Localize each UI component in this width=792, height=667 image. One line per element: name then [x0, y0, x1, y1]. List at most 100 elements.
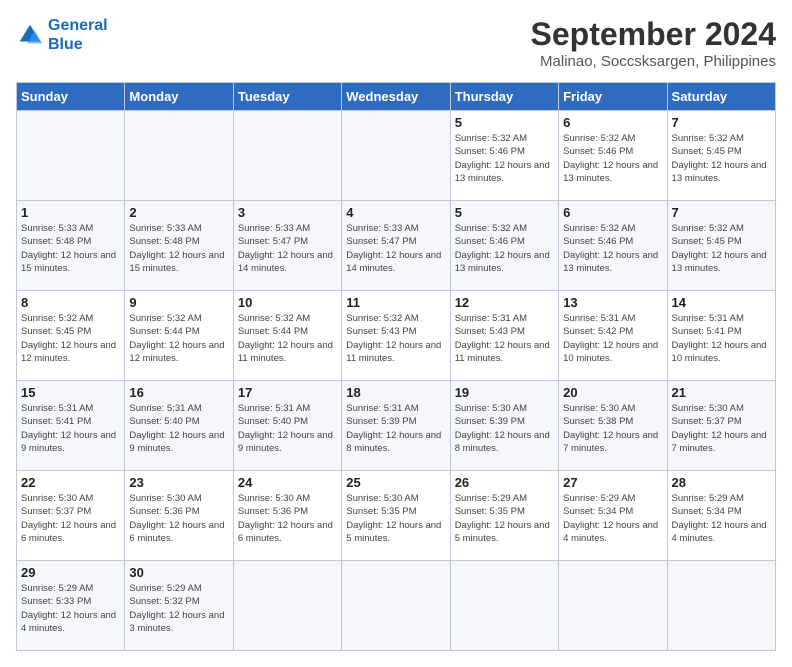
calendar-cell	[342, 111, 450, 201]
calendar-cell: 3Sunrise: 5:33 AMSunset: 5:47 PMDaylight…	[233, 201, 341, 291]
calendar-cell	[667, 561, 775, 651]
day-number: 2	[129, 205, 228, 220]
day-info: Sunrise: 5:31 AMSunset: 5:41 PMDaylight:…	[21, 402, 120, 455]
day-info: Sunrise: 5:31 AMSunset: 5:41 PMDaylight:…	[672, 312, 771, 365]
day-number: 27	[563, 475, 662, 490]
header-cell-tuesday: Tuesday	[233, 83, 341, 111]
calendar-cell	[559, 561, 667, 651]
week-row-1: 1 Sunrise: 5:33 AMSunset: 5:48 PMDaylight…	[17, 201, 776, 291]
day-number: 1	[21, 205, 120, 220]
month-title: September 2024	[531, 16, 776, 53]
calendar-cell: 5 Sunrise: 5:32 AMSunset: 5:46 PMDaylight…	[450, 111, 558, 201]
calendar-cell: 21Sunrise: 5:30 AMSunset: 5:37 PMDayligh…	[667, 381, 775, 471]
day-info: Sunrise: 5:30 AMSunset: 5:37 PMDaylight:…	[672, 402, 771, 455]
day-info: Sunrise: 5:32 AMSunset: 5:46 PMDaylight:…	[455, 222, 554, 275]
calendar-cell: 13Sunrise: 5:31 AMSunset: 5:42 PMDayligh…	[559, 291, 667, 381]
calendar-cell: 15 Sunrise: 5:31 AMSunset: 5:41 PMDayligh…	[17, 381, 125, 471]
header-cell-saturday: Saturday	[667, 83, 775, 111]
day-number: 18	[346, 385, 445, 400]
day-info: Sunrise: 5:30 AMSunset: 5:36 PMDaylight:…	[238, 492, 337, 545]
day-info: Sunrise: 5:30 AMSunset: 5:35 PMDaylight:…	[346, 492, 445, 545]
header-cell-friday: Friday	[559, 83, 667, 111]
day-number: 19	[455, 385, 554, 400]
day-info: Sunrise: 5:32 AMSunset: 5:45 PMDaylight:…	[672, 222, 771, 275]
calendar-cell	[125, 111, 233, 201]
header-cell-sunday: Sunday	[17, 83, 125, 111]
day-info: Sunrise: 5:31 AMSunset: 5:39 PMDaylight:…	[346, 402, 445, 455]
day-number: 20	[563, 385, 662, 400]
day-number: 7	[672, 205, 771, 220]
week-row-5: 29Sunrise: 5:29 AMSunset: 5:33 PMDayligh…	[17, 561, 776, 651]
day-info: Sunrise: 5:33 AMSunset: 5:48 PMDaylight:…	[129, 222, 228, 275]
day-number: 4	[346, 205, 445, 220]
day-number: 15	[21, 385, 120, 400]
calendar-cell: 8 Sunrise: 5:32 AMSunset: 5:45 PMDaylight…	[17, 291, 125, 381]
calendar-cell: 24Sunrise: 5:30 AMSunset: 5:36 PMDayligh…	[233, 471, 341, 561]
title-block: September 2024 Malinao, Soccsksargen, Ph…	[531, 16, 776, 70]
day-info: Sunrise: 5:31 AMSunset: 5:40 PMDaylight:…	[129, 402, 228, 455]
day-info: Sunrise: 5:32 AMSunset: 5:46 PMDaylight:…	[563, 132, 662, 185]
day-number: 5	[455, 115, 554, 130]
day-number: 23	[129, 475, 228, 490]
week-row-4: 22 Sunrise: 5:30 AMSunset: 5:37 PMDayligh…	[17, 471, 776, 561]
calendar-cell: 5 Sunrise: 5:32 AMSunset: 5:46 PMDaylight…	[450, 201, 558, 291]
day-number: 5	[455, 205, 554, 220]
day-number: 22	[21, 475, 120, 490]
logo-text: General Blue	[48, 16, 108, 54]
calendar-cell	[233, 111, 341, 201]
calendar-cell: 30Sunrise: 5:29 AMSunset: 5:32 PMDayligh…	[125, 561, 233, 651]
day-info: Sunrise: 5:32 AMSunset: 5:45 PMDaylight:…	[21, 312, 120, 365]
logo: General Blue	[16, 16, 108, 54]
day-info: Sunrise: 5:33 AMSunset: 5:47 PMDaylight:…	[238, 222, 337, 275]
calendar-cell: 26 Sunrise: 5:29 AMSunset: 5:35 PMDayligh…	[450, 471, 558, 561]
week-row-0: 5 Sunrise: 5:32 AMSunset: 5:46 PMDaylight…	[17, 111, 776, 201]
day-number: 16	[129, 385, 228, 400]
header-cell-wednesday: Wednesday	[342, 83, 450, 111]
day-number: 14	[672, 295, 771, 310]
day-info: Sunrise: 5:29 AMSunset: 5:34 PMDaylight:…	[563, 492, 662, 545]
calendar-cell: 6 Sunrise: 5:32 AMSunset: 5:46 PMDaylight…	[559, 201, 667, 291]
calendar-cell: 22 Sunrise: 5:30 AMSunset: 5:37 PMDayligh…	[17, 471, 125, 561]
calendar-cell: 25Sunrise: 5:30 AMSunset: 5:35 PMDayligh…	[342, 471, 450, 561]
calendar-cell: 23Sunrise: 5:30 AMSunset: 5:36 PMDayligh…	[125, 471, 233, 561]
day-info: Sunrise: 5:30 AMSunset: 5:39 PMDaylight:…	[455, 402, 554, 455]
calendar-cell: 7 Sunrise: 5:32 AMSunset: 5:45 PMDaylight…	[667, 201, 775, 291]
header-row: SundayMondayTuesdayWednesdayThursdayFrid…	[17, 83, 776, 111]
day-info: Sunrise: 5:32 AMSunset: 5:44 PMDaylight:…	[129, 312, 228, 365]
calendar-cell	[450, 561, 558, 651]
day-number: 8	[21, 295, 120, 310]
day-number: 9	[129, 295, 228, 310]
calendar-cell: 11 Sunrise: 5:32 AMSunset: 5:43 PMDayligh…	[342, 291, 450, 381]
day-info: Sunrise: 5:30 AMSunset: 5:37 PMDaylight:…	[21, 492, 120, 545]
calendar-cell: 7Sunrise: 5:32 AMSunset: 5:45 PMDaylight…	[667, 111, 775, 201]
week-row-2: 8 Sunrise: 5:32 AMSunset: 5:45 PMDaylight…	[17, 291, 776, 381]
day-number: 6	[563, 115, 662, 130]
calendar-cell	[342, 561, 450, 651]
day-info: Sunrise: 5:32 AMSunset: 5:43 PMDaylight:…	[346, 312, 445, 365]
calendar-cell: 27 Sunrise: 5:29 AMSunset: 5:34 PMDayligh…	[559, 471, 667, 561]
calendar-cell: 1 Sunrise: 5:33 AMSunset: 5:48 PMDaylight…	[17, 201, 125, 291]
day-info: Sunrise: 5:33 AMSunset: 5:48 PMDaylight:…	[21, 222, 120, 275]
day-number: 26	[455, 475, 554, 490]
calendar-cell: 2 Sunrise: 5:33 AMSunset: 5:48 PMDaylight…	[125, 201, 233, 291]
day-info: Sunrise: 5:32 AMSunset: 5:46 PMDaylight:…	[563, 222, 662, 275]
calendar-cell: 10Sunrise: 5:32 AMSunset: 5:44 PMDayligh…	[233, 291, 341, 381]
header-cell-thursday: Thursday	[450, 83, 558, 111]
day-info: Sunrise: 5:31 AMSunset: 5:40 PMDaylight:…	[238, 402, 337, 455]
calendar-cell: 20Sunrise: 5:30 AMSunset: 5:38 PMDayligh…	[559, 381, 667, 471]
day-info: Sunrise: 5:32 AMSunset: 5:45 PMDaylight:…	[672, 132, 771, 185]
calendar-cell	[17, 111, 125, 201]
day-number: 12	[455, 295, 554, 310]
calendar-cell: 4Sunrise: 5:33 AMSunset: 5:47 PMDaylight…	[342, 201, 450, 291]
day-number: 6	[563, 205, 662, 220]
day-number: 11	[346, 295, 445, 310]
calendar-cell: 9 Sunrise: 5:32 AMSunset: 5:44 PMDaylight…	[125, 291, 233, 381]
day-info: Sunrise: 5:29 AMSunset: 5:35 PMDaylight:…	[455, 492, 554, 545]
calendar-cell: 17Sunrise: 5:31 AMSunset: 5:40 PMDayligh…	[233, 381, 341, 471]
day-number: 13	[563, 295, 662, 310]
calendar-table: SundayMondayTuesdayWednesdayThursdayFrid…	[16, 82, 776, 651]
day-info: Sunrise: 5:32 AMSunset: 5:44 PMDaylight:…	[238, 312, 337, 365]
day-info: Sunrise: 5:32 AMSunset: 5:46 PMDaylight:…	[455, 132, 554, 185]
calendar-cell: 6 Sunrise: 5:32 AMSunset: 5:46 PMDaylight…	[559, 111, 667, 201]
day-info: Sunrise: 5:29 AMSunset: 5:32 PMDaylight:…	[129, 582, 228, 635]
